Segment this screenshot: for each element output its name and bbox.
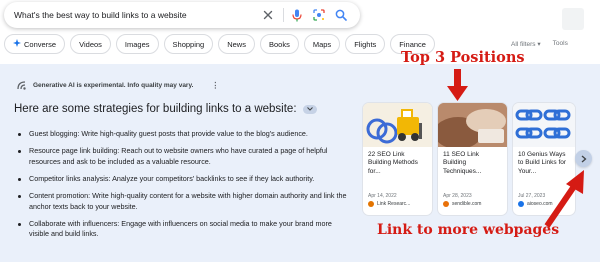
apps-grid-button[interactable] xyxy=(562,8,584,30)
card-source: aioseo.com xyxy=(513,199,575,207)
card-source: sendible.com xyxy=(438,199,507,207)
source-card[interactable]: 22 SEO Link Building Methods for... Apr … xyxy=(363,103,432,215)
more-options-icon[interactable]: ⋮ xyxy=(211,81,219,90)
chip-label: Converse xyxy=(24,39,57,49)
card-thumbnail xyxy=(363,103,432,147)
card-source-name: Link Researc... xyxy=(377,201,411,207)
favicon-icon xyxy=(518,201,524,207)
card-thumbnail xyxy=(513,103,575,147)
card-date: Apr 28, 2023 xyxy=(443,193,472,199)
card-title: 11 SEO Link Building Techniques... xyxy=(443,151,482,175)
search-icon[interactable] xyxy=(332,6,350,24)
card-title: 22 SEO Link Building Methods for... xyxy=(368,151,418,175)
card-date: Apr 14, 2022 xyxy=(368,193,397,199)
filters-bar: All filters ▾ Tools xyxy=(511,40,568,48)
source-card[interactable]: 10 Genius Ways to Build Links for Your..… xyxy=(513,103,575,215)
source-card[interactable]: 11 SEO Link Building Techniques... Apr 2… xyxy=(438,103,507,215)
list-item: Content promotion: Write high-quality co… xyxy=(18,191,348,213)
chip-images[interactable]: Images xyxy=(115,34,159,54)
strategy-list: Guest blogging: Write high-quality guest… xyxy=(18,129,348,246)
chip-label: Videos xyxy=(79,39,102,49)
chip-label: News xyxy=(227,39,246,49)
annotation-top-positions: Top 3 Positions xyxy=(401,49,525,66)
chip-label: Flights xyxy=(354,39,377,49)
ai-notice-text: Generative AI is experimental. Info qual… xyxy=(33,82,194,89)
list-item: Guest blogging: Write high-quality guest… xyxy=(18,129,348,140)
card-date: Jul 27, 2023 xyxy=(518,193,546,199)
list-item: Competitor links analysis: Analyze your … xyxy=(18,174,348,185)
chip-label: Books xyxy=(268,39,290,49)
divider xyxy=(283,8,284,22)
favicon-icon xyxy=(368,201,374,207)
search-input[interactable]: What's the best way to build links to a … xyxy=(14,10,259,20)
chip-news[interactable]: News xyxy=(218,34,255,54)
next-sources-button[interactable] xyxy=(575,150,592,167)
chip-maps[interactable]: Maps xyxy=(303,34,341,54)
search-bar[interactable]: What's the best way to build links to a … xyxy=(4,2,360,28)
ai-notice: Generative AI is experimental. Info qual… xyxy=(16,80,219,91)
sge-heading-text: Here are some strategies for building li… xyxy=(14,103,297,115)
card-source-name: aioseo.com xyxy=(527,201,553,207)
card-title: 10 Genius Ways to Build Links for Your..… xyxy=(518,151,567,175)
close-icon[interactable] xyxy=(259,6,277,24)
card-thumbnail xyxy=(438,103,507,147)
list-item: Collaborate with influencers: Engage wit… xyxy=(18,219,348,241)
chip-videos[interactable]: Videos xyxy=(70,34,111,54)
chip-converse[interactable]: Converse xyxy=(4,34,66,54)
sparkle-icon xyxy=(13,39,21,49)
all-filters-button[interactable]: All filters ▾ xyxy=(511,40,541,48)
chip-label: Images xyxy=(124,39,150,49)
lens-icon[interactable] xyxy=(310,6,328,24)
search-mode-chips: Converse Videos Images Shopping News Boo… xyxy=(4,34,435,54)
sge-heading: Here are some strategies for building li… xyxy=(14,103,317,115)
favicon-icon xyxy=(443,201,449,207)
chip-label: Shopping xyxy=(172,39,205,49)
chip-flights[interactable]: Flights xyxy=(345,34,386,54)
chip-books[interactable]: Books xyxy=(259,34,299,54)
chip-label: Maps xyxy=(312,39,332,49)
ai-sparkle-icon xyxy=(16,80,27,91)
card-source-name: sendible.com xyxy=(452,201,482,207)
list-item: Resource page link building: Reach out t… xyxy=(18,146,348,168)
chip-shopping[interactable]: Shopping xyxy=(163,34,214,54)
chip-label: Finance xyxy=(399,39,426,49)
chevron-down-icon[interactable] xyxy=(302,104,317,114)
tools-button[interactable]: Tools xyxy=(553,40,568,48)
annotation-more-webpages: Link to more webpages xyxy=(377,222,560,238)
mic-icon[interactable] xyxy=(288,6,306,24)
card-source: Link Researc... xyxy=(363,199,432,207)
